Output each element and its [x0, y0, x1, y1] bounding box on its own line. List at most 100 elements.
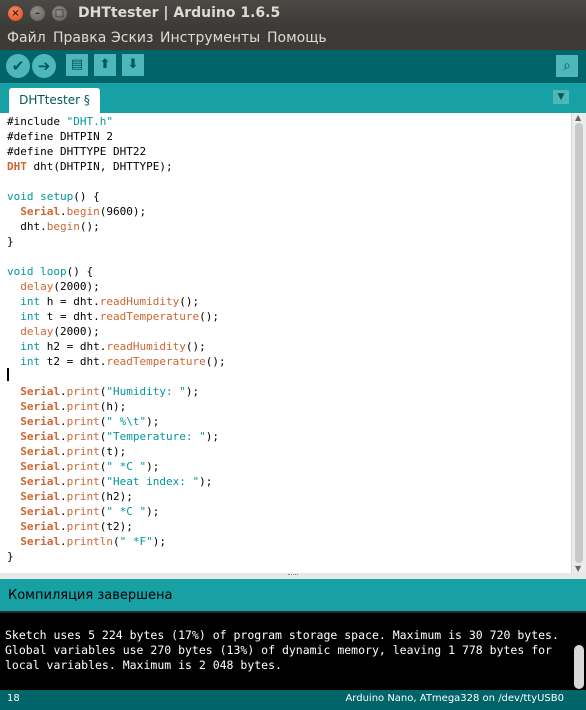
open-sketch-icon[interactable]: ⬆ — [94, 54, 116, 76]
menu-sketch[interactable]: Эскиз — [111, 30, 153, 46]
code-token: . — [60, 460, 67, 473]
code-line[interactable]: Serial.println(" *F"); — [7, 534, 226, 549]
code-line[interactable]: Serial.print(t); — [7, 444, 226, 459]
tab-dhttester[interactable]: DHTtester § — [9, 88, 100, 113]
code-token: #define DHTTYPE DHT22 — [7, 145, 147, 158]
code-token: loop — [40, 265, 67, 278]
code-token: (); — [185, 340, 206, 353]
code-token: . — [60, 445, 67, 458]
menu-edit[interactable]: Правка — [53, 30, 106, 46]
code-line[interactable]: int h = dht.readHumidity(); — [7, 294, 226, 309]
serial-monitor-icon[interactable]: ⌕ — [556, 55, 578, 77]
code-token: (); — [205, 355, 226, 368]
code-token: (h2); — [99, 490, 133, 503]
code-line[interactable]: void loop() { — [7, 264, 226, 279]
title-bar: × – □ DHTtester | Arduino 1.6.5 — [0, 0, 586, 27]
code-token: print — [66, 490, 100, 503]
code-token: } — [7, 550, 14, 563]
new-sketch-icon[interactable]: ▤ — [66, 54, 88, 76]
console-output[interactable]: Sketch uses 5 224 bytes (17%) of program… — [0, 611, 586, 692]
code-token: ); — [185, 385, 200, 398]
code-line[interactable]: delay(2000); — [7, 324, 226, 339]
code-token: Serial — [20, 205, 60, 218]
code-line[interactable]: Serial.print("Temperature: "); — [7, 429, 226, 444]
code-token: ); — [199, 475, 213, 488]
code-line[interactable]: Serial.print(" *C "); — [7, 459, 226, 474]
code-line[interactable]: dht.begin(); — [7, 219, 226, 234]
code-token: dht(DHTPIN, DHTTYPE); — [26, 160, 173, 173]
code-token: print — [66, 505, 100, 518]
editor-scrollbar-thumb[interactable] — [575, 123, 583, 563]
code-token: readHumidity — [99, 295, 180, 308]
code-line[interactable]: Serial.print(t2); — [7, 519, 226, 534]
code-line[interactable]: Serial.begin(9600); — [7, 204, 226, 219]
code-token: print — [66, 430, 100, 443]
code-line[interactable]: Serial.print("Heat index: "); — [7, 474, 226, 489]
code-token: Serial — [20, 445, 60, 458]
close-icon[interactable]: × — [8, 6, 23, 21]
window-title: DHTtester | Arduino 1.6.5 — [78, 5, 281, 21]
scroll-up-icon[interactable]: ▲ — [575, 113, 581, 122]
code-line[interactable]: void setup() { — [7, 189, 226, 204]
code-token: int — [20, 295, 41, 308]
code-token: h2 = dht. — [40, 340, 107, 353]
code-line[interactable]: int t2 = dht.readTemperature(); — [7, 354, 226, 369]
editor-scrollbar[interactable]: ▲ ▼ — [571, 113, 586, 573]
console-line: Global variables use 270 bytes (13%) of … — [5, 643, 552, 657]
code-token: readTemperature — [106, 355, 206, 368]
code-token: ); — [152, 535, 166, 548]
code-editor[interactable]: #include "DHT.h" #define DHTPIN 2 #define … — [0, 113, 586, 573]
code-line[interactable] — [7, 249, 226, 264]
console-scrollbar-thumb[interactable] — [574, 645, 584, 689]
menu-tools[interactable]: Инструменты — [160, 30, 260, 46]
code-token: Serial — [20, 460, 60, 473]
code-text[interactable]: #include "DHT.h" #define DHTPIN 2 #define … — [7, 114, 226, 564]
board-info: Arduino Nano, ATmega328 on /dev/ttyUSB0 — [345, 693, 564, 704]
code-line[interactable]: Serial.print(" *C "); — [7, 504, 226, 519]
code-token: print — [66, 385, 100, 398]
code-line[interactable]: Serial.print(h); — [7, 399, 226, 414]
code-token: readHumidity — [106, 340, 186, 353]
code-token: readTemperature — [99, 310, 200, 323]
code-line[interactable]: Serial.print(h2); — [7, 489, 226, 504]
verify-icon[interactable]: ✔ — [6, 54, 30, 78]
code-token: " %\t" — [106, 415, 147, 428]
code-line[interactable]: delay(2000); — [7, 279, 226, 294]
minimize-icon[interactable]: – — [30, 6, 45, 21]
code-line[interactable]: int t = dht.readTemperature(); — [7, 309, 226, 324]
code-token: . — [60, 505, 67, 518]
code-line[interactable] — [7, 174, 226, 189]
code-token: (); — [199, 310, 219, 323]
save-sketch-icon[interactable]: ⬇ — [122, 54, 144, 76]
code-line[interactable]: DHT dht(DHTPIN, DHTTYPE); — [7, 159, 226, 174]
code-line[interactable]: #define DHTTYPE DHT22 — [7, 144, 226, 159]
code-line[interactable]: Serial.print("Humidity: "); — [7, 384, 226, 399]
code-token: delay — [20, 325, 54, 338]
status-message: Компиляция завершена — [8, 588, 173, 603]
code-token: . — [60, 430, 67, 443]
code-line[interactable]: } — [7, 549, 226, 564]
code-line[interactable]: } — [7, 234, 226, 249]
menu-file[interactable]: Файл — [7, 30, 46, 46]
code-line[interactable]: #define DHTPIN 2 — [7, 129, 226, 144]
code-token: void — [7, 265, 34, 278]
maximize-icon[interactable]: □ — [52, 6, 67, 21]
code-token: print — [66, 415, 100, 428]
scroll-down-icon[interactable]: ▼ — [575, 564, 581, 573]
code-token: print — [66, 445, 100, 458]
tab-menu-icon[interactable]: ▼ — [553, 90, 569, 104]
code-line[interactable] — [7, 369, 226, 384]
code-line[interactable]: int h2 = dht.readHumidity(); — [7, 339, 226, 354]
code-token: int — [20, 310, 41, 323]
code-token: " *F" — [119, 535, 153, 548]
code-token: . — [60, 490, 67, 503]
upload-icon[interactable]: ➔ — [32, 54, 56, 78]
menu-help[interactable]: Помощь — [267, 30, 327, 46]
code-line[interactable]: Serial.print(" %\t"); — [7, 414, 226, 429]
code-line[interactable]: #include "DHT.h" — [7, 114, 226, 129]
code-token: print — [66, 460, 100, 473]
